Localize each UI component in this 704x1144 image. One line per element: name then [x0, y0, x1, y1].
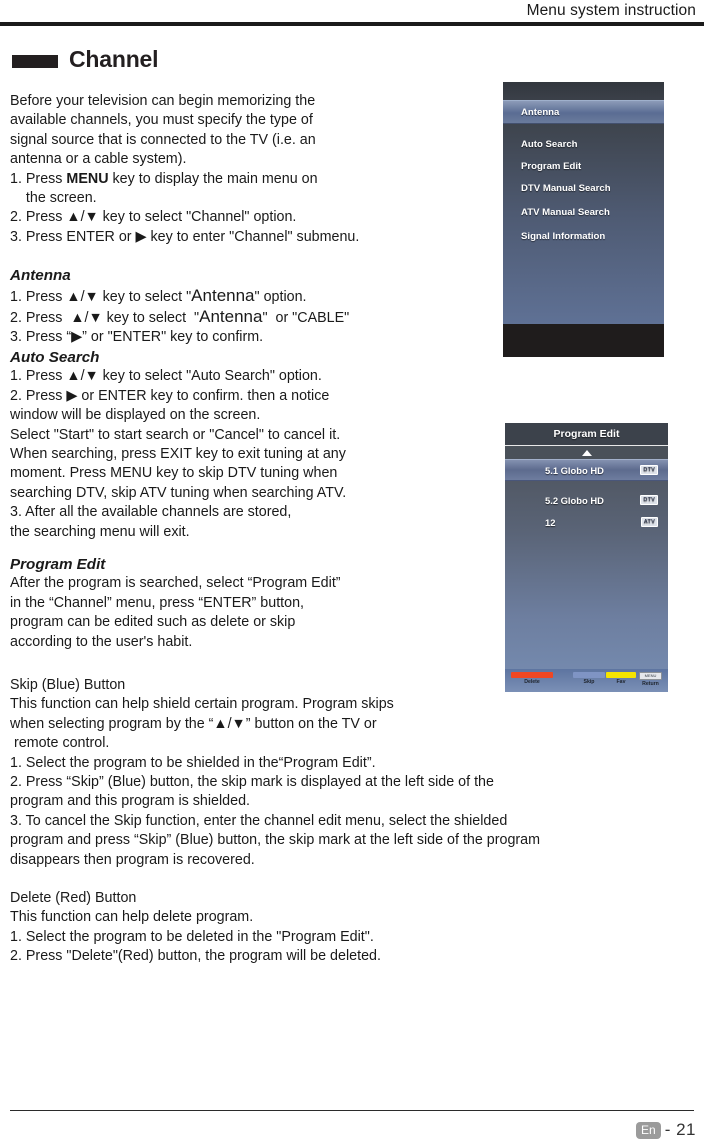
- antenna-step-1: 1. Press ▲/▼ key to select "Antenna" opt…: [10, 286, 502, 307]
- osd-menu-item-signal-information[interactable]: Signal Information: [503, 225, 664, 249]
- menu-key-icon: MENU: [639, 672, 662, 680]
- instruction-body-wide: Skip (Blue) Button This function can hel…: [10, 676, 694, 967]
- osd-menu-item-auto-search[interactable]: Auto Search: [503, 133, 664, 157]
- color-button-skip-label: Skip: [583, 679, 595, 685]
- table-row[interactable]: 5.2 Globo HD DTV: [505, 489, 668, 511]
- step-1-prefix: 1. Press: [10, 170, 67, 187]
- osd-menu-item-signal-information-label: Signal Information: [521, 231, 606, 242]
- page-title: Channel: [69, 46, 159, 72]
- intro-paragraph: Before your television can begin memoriz…: [10, 93, 316, 168]
- program-edit-paragraph: After the program is searched, select “P…: [10, 575, 341, 650]
- antenna-step-1-suffix: " option.: [254, 288, 307, 305]
- page-header-title: Menu system instruction: [526, 2, 696, 19]
- color-button-delete[interactable]: Delete: [511, 672, 553, 686]
- delete-color-swatch-icon: [511, 672, 553, 678]
- osd-menu-item-auto-search-label: Auto Search: [521, 139, 578, 150]
- osd-menu-item-program-edit-label: Program Edit: [521, 161, 582, 172]
- osd-program-edit-title: Program Edit: [505, 423, 668, 446]
- program-edit-subheading: Program Edit: [10, 555, 106, 573]
- osd-antenna-footer-strip: [503, 324, 664, 357]
- footer-divider-rule: [10, 1109, 694, 1111]
- language-badge: En: [636, 1121, 661, 1139]
- step-1-menu: 1. Press MENU key to display the main me…: [10, 170, 502, 209]
- auto-search-subheading: Auto Search: [10, 348, 100, 366]
- osd-menu-item-dtv-manual-search[interactable]: DTV Manual Search: [503, 177, 664, 201]
- step-2-channel: 2. Press ▲/▼ key to select "Channel" opt…: [10, 209, 297, 226]
- step-3-enter: 3. Press ENTER or ▶ key to enter "Channe…: [10, 228, 360, 245]
- page-number: - 21: [664, 1120, 696, 1139]
- antenna-step-2-emphasis: Antenna: [199, 307, 263, 327]
- osd-menu-item-antenna-label: Antenna: [521, 106, 560, 118]
- color-button-return[interactable]: MENU Return: [639, 672, 662, 688]
- color-button-fav-label: Fav: [616, 679, 626, 685]
- program-name: 5.1 Globo HD: [545, 464, 604, 476]
- fav-color-swatch-icon: [606, 672, 636, 678]
- color-button-return-label: Return: [642, 681, 659, 687]
- status-badge: DTV: [640, 465, 658, 475]
- color-button-delete-label: Delete: [524, 679, 540, 685]
- page-footer: En - 21: [636, 1120, 696, 1140]
- auto-search-paragraph: 1. Press ▲/▼ key to select "Auto Search"…: [10, 368, 347, 540]
- skip-color-swatch-icon: [573, 672, 605, 678]
- antenna-step-1-prefix: 1. Press ▲/▼ key to select ": [10, 288, 192, 305]
- antenna-step-1-emphasis: Antenna: [191, 285, 255, 305]
- osd-menu-item-atv-manual-search[interactable]: ATV Manual Search: [503, 201, 664, 225]
- osd-scroll-up-row[interactable]: [505, 446, 668, 459]
- triangle-up-icon: [581, 450, 592, 456]
- antenna-step-3: 3. Press “▶” or "ENTER" key to confirm.: [10, 329, 264, 346]
- osd-program-list: 5.1 Globo HD DTV 5.2 Globo HD DTV 12 ATV: [505, 459, 668, 669]
- osd-color-button-bar: Delete Skip Fav MENU Return: [505, 669, 668, 692]
- instruction-body-column: Before your television can begin memoriz…: [10, 92, 502, 652]
- header-divider-rule: [0, 22, 704, 26]
- status-badge: ATV: [640, 517, 658, 527]
- status-badge: DTV: [640, 495, 658, 505]
- table-row[interactable]: 5.1 Globo HD DTV: [505, 459, 668, 481]
- delete-button-section: Delete (Red) Button This function can he…: [10, 890, 381, 965]
- osd-program-edit: Program Edit 5.1 Globo HD DTV 5.2 Globo …: [505, 423, 668, 692]
- section-title-row: Channel: [12, 46, 159, 73]
- osd-menu-item-antenna[interactable]: Antenna: [503, 100, 664, 124]
- antenna-step-2-suffix: " or "CABLE": [262, 310, 350, 327]
- table-row[interactable]: 12 ATV: [505, 511, 668, 533]
- osd-antenna-item-list: Auto Search Program Edit DTV Manual Sear…: [503, 124, 664, 324]
- osd-antenna-menu: Antenna Auto Search Program Edit DTV Man…: [503, 82, 664, 357]
- program-name: 12: [545, 516, 556, 528]
- osd-menu-item-program-edit[interactable]: Program Edit: [503, 157, 664, 177]
- osd-menu-item-atv-manual-search-label: ATV Manual Search: [521, 207, 610, 218]
- color-button-fav[interactable]: Fav: [606, 672, 636, 686]
- antenna-step-2-prefix: 2. Press ▲/▼ key to select ": [10, 310, 200, 327]
- osd-antenna-topbar: [503, 82, 664, 100]
- skip-button-section: Skip (Blue) Button This function can hel…: [10, 677, 541, 868]
- menu-key-label: MENU: [66, 170, 109, 187]
- program-name: 5.2 Globo HD: [545, 494, 604, 506]
- color-button-skip[interactable]: Skip: [573, 672, 605, 686]
- black-bar-marker-icon: [12, 54, 58, 68]
- antenna-subheading: Antenna: [10, 267, 71, 285]
- osd-menu-item-dtv-manual-search-label: DTV Manual Search: [521, 183, 611, 194]
- antenna-step-2: 2. Press ▲/▼ key to select "Antenna" or …: [10, 307, 502, 328]
